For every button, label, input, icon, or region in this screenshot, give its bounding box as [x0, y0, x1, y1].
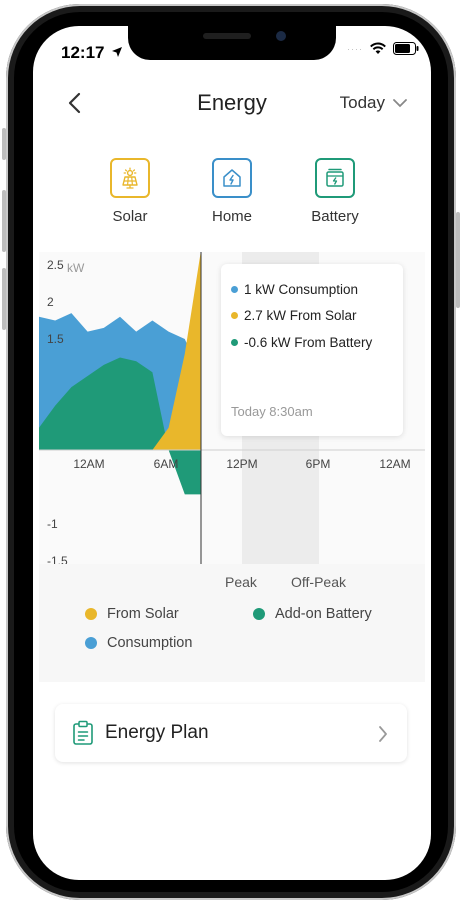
clipboard-icon	[73, 720, 93, 745]
status-icons: ····	[347, 42, 419, 55]
y-tick-label: 1.5	[47, 332, 64, 346]
nav-solar-label: Solar	[112, 208, 148, 225]
speaker	[203, 33, 251, 39]
wifi-icon	[370, 42, 386, 54]
legend-consumption-label: Consumption	[107, 635, 193, 651]
chevron-down-icon	[393, 99, 407, 108]
consumption-dot	[231, 286, 238, 293]
nav-home[interactable]: Home	[192, 158, 272, 225]
front-camera	[276, 31, 286, 41]
nav-battery-box	[315, 158, 355, 198]
legend-consumption: Consumption	[85, 635, 192, 651]
header: Energy Today	[33, 86, 431, 122]
status-time-text: 12:17	[61, 43, 105, 62]
nav-battery-label: Battery	[311, 208, 359, 225]
power-button	[456, 212, 460, 308]
offpeak-label: Off-Peak	[291, 574, 346, 590]
solar-panel-icon	[122, 167, 138, 189]
y-tick-label: 2	[47, 295, 54, 309]
peak-label: Peak	[225, 574, 257, 590]
legend-solar: From Solar	[85, 606, 179, 622]
date-range-label: Today	[339, 93, 385, 112]
volume-up-button	[2, 190, 6, 252]
x-tick-label: 6PM	[306, 457, 331, 471]
x-tick-label: 12AM	[379, 457, 410, 471]
x-axis-ticks: 12AM 6AM 12PM 6PM 12AM	[73, 457, 410, 471]
solar-dot	[231, 312, 238, 319]
y-tick-label: -1.5	[47, 554, 68, 564]
legend-battery: Add-on Battery	[253, 606, 372, 622]
legend-consumption-dot	[85, 637, 97, 649]
legend-solar-dot	[85, 608, 97, 620]
x-tick-label: 6AM	[154, 457, 179, 471]
tooltip-battery-text: -0.6 kW From Battery	[244, 335, 373, 350]
notch	[128, 26, 336, 60]
date-range-dropdown[interactable]: Today	[340, 93, 407, 113]
y-unit-label: kW	[67, 261, 85, 275]
battery-status-icon	[393, 42, 419, 55]
legend-solar-label: From Solar	[107, 606, 179, 622]
nav-home-box	[212, 158, 252, 198]
tooltip-time: Today 8:30am	[231, 404, 313, 419]
location-arrow-icon	[112, 47, 123, 57]
chart-legend: Peak Off-Peak From Solar Add-on Battery …	[39, 564, 425, 682]
energy-plan-label: Energy Plan	[105, 722, 209, 743]
battery-dot	[231, 339, 238, 346]
tooltip-solar-text: 2.7 kW From Solar	[244, 308, 357, 323]
legend-battery-dot	[253, 608, 265, 620]
nav-battery[interactable]: Battery	[295, 158, 375, 225]
volume-down-button	[2, 268, 6, 330]
tooltip-consumption-text: 1 kW Consumption	[244, 282, 359, 297]
y-tick-label: -1	[47, 517, 58, 531]
cellular-signal-icon: ····	[347, 43, 363, 54]
tooltip-battery: -0.6 kW From Battery	[231, 335, 372, 350]
battery-icon	[326, 168, 344, 187]
mute-switch	[2, 128, 6, 160]
chevron-right-icon	[379, 726, 387, 742]
nav-solar-box	[110, 158, 150, 198]
legend-battery-label: Add-on Battery	[275, 606, 372, 622]
x-tick-label: 12AM	[73, 457, 104, 471]
y-tick-label: 2.5	[47, 258, 64, 272]
chart-tooltip: 1 kW Consumption 2.7 kW From Solar -0.6 …	[221, 264, 403, 436]
nav-home-label: Home	[211, 208, 252, 225]
status-time: 12:17	[61, 43, 123, 63]
app-screen: 12:17 ···· Energy Today Solar Home Batte…	[33, 26, 431, 880]
tooltip-consumption: 1 kW Consumption	[231, 282, 358, 297]
energy-plan-card[interactable]: Energy Plan	[55, 704, 407, 762]
tooltip-solar: 2.7 kW From Solar	[231, 308, 357, 323]
x-tick-label: 12PM	[226, 457, 257, 471]
home-icon	[223, 169, 241, 187]
nav-solar[interactable]: Solar	[90, 158, 170, 225]
